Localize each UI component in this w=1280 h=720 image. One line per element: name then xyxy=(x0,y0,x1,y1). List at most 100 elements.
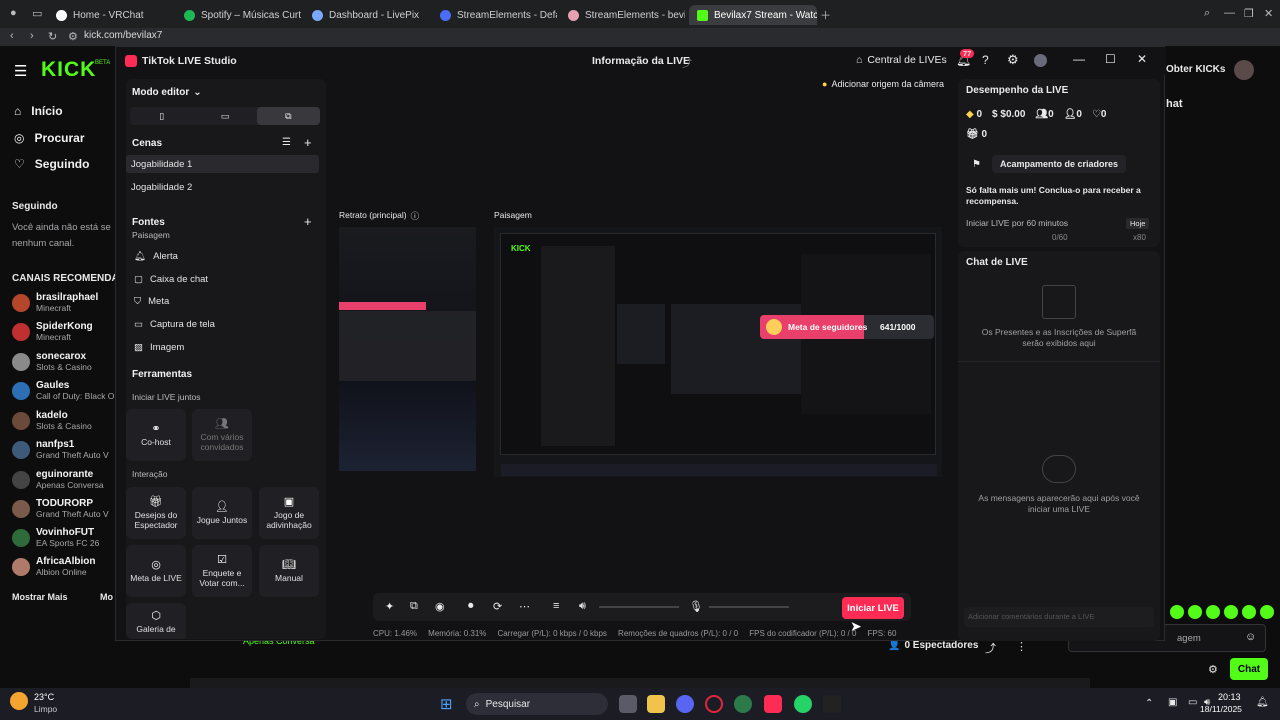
user-avatar[interactable] xyxy=(1234,60,1254,80)
add-source-icon[interactable]: + xyxy=(304,214,312,229)
reload-icon[interactable]: ↻ xyxy=(48,30,57,43)
portrait-layout-icon[interactable]: ▯ xyxy=(130,107,193,125)
tab-kick-stream[interactable]: Bevilax7 Stream - Watch xyxy=(689,5,817,25)
speaker-volume-slider[interactable] xyxy=(599,606,679,608)
search-tabs-icon[interactable]: ⌕ xyxy=(1204,7,1210,20)
url-text[interactable]: kick.com/bevilax7 xyxy=(84,30,162,41)
more-icon[interactable]: ⋮ xyxy=(1016,640,1027,653)
discord-icon[interactable] xyxy=(676,695,694,713)
go-live-button[interactable]: Iniciar LIVE xyxy=(842,597,904,619)
chat-send-button[interactable]: Chat xyxy=(1230,658,1268,680)
tab-livepix[interactable]: Dashboard - LivePix xyxy=(304,5,429,25)
emote-icon[interactable] xyxy=(1170,605,1184,619)
viewer-wishes-button[interactable]: 🎁︎ Desejos do Espectador xyxy=(126,487,186,539)
channel-item[interactable]: brasilraphael Minecraft xyxy=(12,292,98,313)
multi-guest-button[interactable]: 👥︎ Com vários convidados xyxy=(192,409,252,461)
comment-input[interactable]: Adicionar comentários durante a LIVE xyxy=(964,607,1154,627)
mixer-icon[interactable]: ≡ xyxy=(553,600,559,612)
taskbar-search[interactable]: ⌕ Pesquisar xyxy=(466,693,608,715)
source-item-goal[interactable]: ⛉ Meta xyxy=(134,296,169,307)
nav-browse[interactable]: ◎ Procurar xyxy=(14,131,85,145)
tab-vrchat[interactable]: Home - VRChat xyxy=(48,5,173,25)
maximize-icon[interactable]: ☐ xyxy=(1105,52,1116,66)
share-icon[interactable]: ⤴ xyxy=(985,640,996,656)
settings-icon[interactable]: ⚙ xyxy=(1208,663,1218,676)
scene-icon[interactable]: ⧉ xyxy=(410,600,418,613)
portrait-preview[interactable] xyxy=(339,227,476,471)
tab-actions-icon[interactable]: ▭ xyxy=(32,7,42,20)
gallery-button[interactable]: ⬡ Galeria de xyxy=(126,603,186,639)
cohost-button[interactable]: ⚭ Co-host xyxy=(126,409,186,461)
source-item-image[interactable]: ▨ Imagem xyxy=(134,342,184,353)
maximize-icon[interactable]: ❐ xyxy=(1244,7,1254,20)
minimize-icon[interactable]: — xyxy=(1224,7,1235,19)
menu-icon[interactable]: ☰ xyxy=(14,62,27,80)
whatsapp-icon[interactable] xyxy=(794,695,812,713)
effects-icon[interactable]: ✦ xyxy=(385,600,394,613)
tab-spotify[interactable]: Spotify – Músicas Curtid xyxy=(176,5,301,25)
manual-button[interactable]: 📖︎ Manual xyxy=(259,545,319,597)
channel-item[interactable]: TODURORP Grand Theft Auto V xyxy=(12,498,109,519)
weather-icon[interactable] xyxy=(10,692,28,710)
channel-item[interactable]: nanfps1 Grand Theft Auto V xyxy=(12,439,109,460)
channel-item[interactable]: AfricaAlbion Albion Online xyxy=(12,556,95,577)
live-goal-button[interactable]: ◎ Meta de LIVE xyxy=(126,545,186,597)
dual-layout-icon[interactable]: ⧉ xyxy=(256,107,320,125)
site-info-icon[interactable]: ⚙ xyxy=(68,30,78,43)
show-more-link[interactable]: Mostrar Mais xyxy=(12,592,68,602)
tab-streamelements-bevilax[interactable]: StreamElements - bevila xyxy=(560,5,685,25)
emote-icon[interactable] xyxy=(1260,605,1274,619)
live-info-button[interactable]: Informação da LIVE xyxy=(592,55,690,67)
channel-item[interactable]: SpiderKong Minecraft xyxy=(12,321,93,342)
landscape-layout-icon[interactable]: ▭ xyxy=(193,107,256,125)
channel-item[interactable]: eguinorante Apenas Conversa xyxy=(12,469,104,490)
emote-icon[interactable] xyxy=(1242,605,1256,619)
microphone-icon[interactable]: 🎙︎ xyxy=(689,600,703,613)
scene-item[interactable]: Jogabilidade 2 xyxy=(131,182,192,193)
source-item-screen-capture[interactable]: ▭ Captura de tela xyxy=(134,319,215,330)
share-icon[interactable]: ⤴ xyxy=(682,55,692,70)
profile-icon[interactable]: ● xyxy=(10,7,17,19)
terminal-icon[interactable] xyxy=(823,695,841,713)
guessing-game-button[interactable]: ▣ Jogo de adivinhação xyxy=(259,487,319,539)
source-item-chat-box[interactable]: ▢ Caixa de chat xyxy=(134,274,208,285)
poll-button[interactable]: ☑ Enquete e Votar com... xyxy=(192,545,252,597)
help-icon[interactable]: ? xyxy=(982,53,989,67)
editor-mode-dropdown[interactable]: Modo editor ⌄ xyxy=(132,87,202,98)
scene-item[interactable]: Jogabilidade 1 xyxy=(131,159,192,170)
more-icon[interactable]: ⋯ xyxy=(519,600,530,613)
nav-home[interactable]: ⌂ Início xyxy=(14,104,63,118)
channel-item[interactable]: Gaules Call of Duty: Black O xyxy=(12,380,114,401)
emote-icon[interactable] xyxy=(1224,605,1238,619)
source-item-alert[interactable]: 🔔︎ Alerta xyxy=(134,251,178,262)
opera-icon[interactable] xyxy=(705,695,723,713)
task-view-icon[interactable] xyxy=(619,695,637,713)
chevron-up-icon[interactable]: ⌃ xyxy=(1145,698,1153,709)
beauty-icon[interactable]: ◉ xyxy=(435,600,445,613)
close-icon[interactable]: ✕ xyxy=(1137,52,1147,66)
minimize-icon[interactable]: — xyxy=(1073,52,1085,66)
live-center-button[interactable]: ⌂ Central de LIVEs xyxy=(856,54,947,66)
forward-icon[interactable]: › xyxy=(30,30,34,42)
channel-item[interactable]: sonecarox Slots & Casino xyxy=(12,351,92,372)
close-icon[interactable]: ✕ xyxy=(1264,7,1273,20)
replay-icon[interactable]: ⟳ xyxy=(493,600,502,613)
back-icon[interactable]: ‹ xyxy=(10,30,14,42)
info-icon[interactable]: ⓘ xyxy=(411,210,420,222)
kick-logo[interactable]: KICK xyxy=(41,58,96,82)
profile-avatar[interactable] xyxy=(1034,54,1047,67)
network-icon[interactable]: ▭ xyxy=(1188,697,1197,708)
clock-time[interactable]: 20:13 xyxy=(1218,692,1241,702)
file-explorer-icon[interactable] xyxy=(647,695,665,713)
channel-item[interactable]: VovinhoFUT EA Sports FC 26 xyxy=(12,527,99,548)
list-icon[interactable]: ☰ xyxy=(282,137,291,148)
clock-date[interactable]: 18/11/2025 xyxy=(1200,704,1242,714)
chrome-icon[interactable] xyxy=(734,695,752,713)
add-camera-button[interactable]: ● Adicionar origem da câmera xyxy=(822,79,944,89)
notification-bell-icon[interactable]: 🔔︎ xyxy=(1256,697,1269,708)
emote-icon[interactable] xyxy=(1188,605,1202,619)
get-kicks-button[interactable]: Obter KICKs xyxy=(1166,64,1225,75)
channel-item[interactable]: kadelo Slots & Casino xyxy=(12,410,92,431)
show-more-link-2[interactable]: Mo xyxy=(100,592,113,602)
gear-icon[interactable]: ⚙ xyxy=(1007,52,1019,68)
